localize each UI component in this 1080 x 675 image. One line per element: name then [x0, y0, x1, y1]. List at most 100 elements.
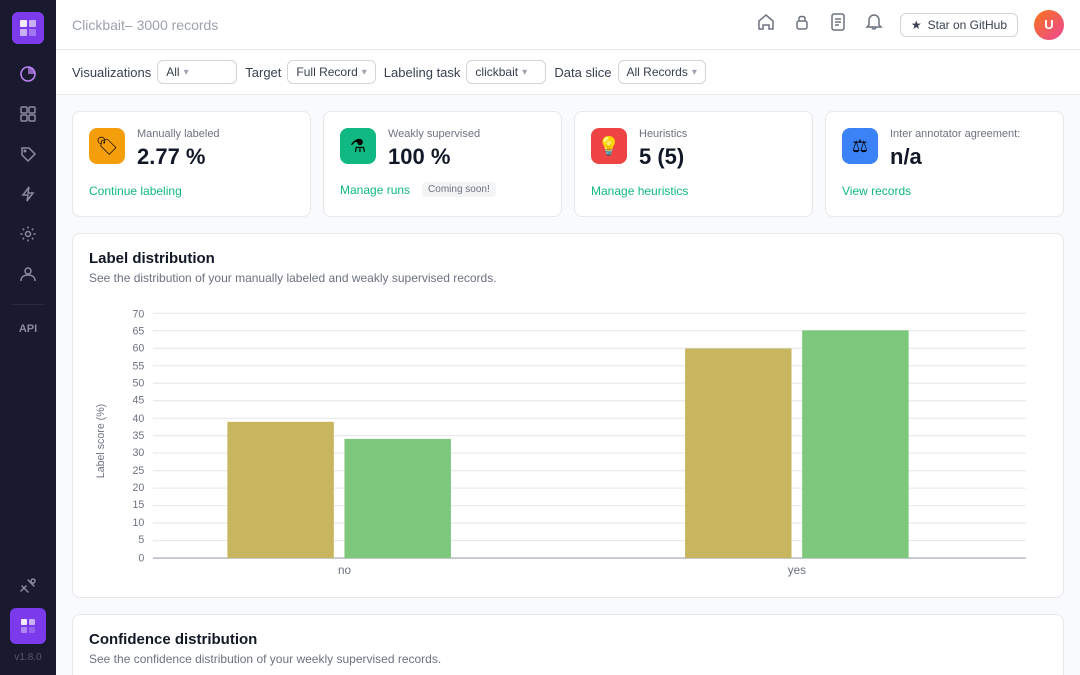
card-header: 🏷 Manually labeled 2.77 %: [89, 128, 294, 170]
data-slice-label: Data slice: [554, 65, 611, 80]
svg-text:15: 15: [133, 499, 145, 511]
sidebar: API v1.8.0: [0, 0, 56, 675]
page-title: Clickbait– 3000 records: [72, 17, 218, 33]
data-slice-select[interactable]: All Records ▾: [618, 60, 706, 84]
bar-yes-weakly: [802, 330, 908, 558]
label-distribution-title: Label distribution: [89, 250, 1047, 267]
stats-cards-row: 🏷 Manually labeled 2.77 % Continue label…: [72, 111, 1064, 217]
sidebar-item-settings[interactable]: [10, 216, 46, 252]
sidebar-item-tools[interactable]: [10, 568, 46, 604]
weakly-supervised-card: ⚗ Weakly supervised 100 % Manage runs Co…: [323, 111, 562, 217]
svg-text:45: 45: [133, 395, 145, 407]
card-label: Heuristics: [639, 128, 796, 140]
star-icon: ★: [911, 18, 922, 32]
manage-runs-link[interactable]: Manage runs: [340, 183, 410, 197]
sidebar-item-active[interactable]: [10, 608, 46, 644]
svg-text:60: 60: [133, 343, 145, 355]
sidebar-logo[interactable]: [12, 12, 44, 44]
card-info: Weakly supervised 100 %: [388, 128, 545, 170]
data-slice-filter-group: Data slice All Records ▾: [554, 60, 705, 84]
home-icon[interactable]: [756, 12, 776, 37]
svg-text:65: 65: [133, 326, 145, 338]
chevron-down-icon: ▾: [692, 67, 697, 78]
card-header: ⚖ Inter annotator agreement: n/a: [842, 128, 1047, 170]
target-filter-group: Target Full Record ▾: [245, 60, 376, 84]
sidebar-item-chart[interactable]: [10, 56, 46, 92]
main-scroll-area: 🏷 Manually labeled 2.77 % Continue label…: [56, 95, 1080, 675]
card-info: Inter annotator agreement: n/a: [890, 128, 1047, 170]
manage-heuristics-link[interactable]: Manage heuristics: [591, 184, 688, 198]
card-value: 100 %: [388, 144, 545, 170]
card-info: Heuristics 5 (5): [639, 128, 796, 170]
view-records-link[interactable]: View records: [842, 184, 911, 198]
card-label: Weakly supervised: [388, 128, 545, 140]
topbar-actions: ★ Star on GitHub U: [756, 10, 1064, 40]
visualizations-value: All: [166, 65, 179, 79]
filterbar: Visualizations All ▾ Target Full Record …: [56, 50, 1080, 95]
card-label: Manually labeled: [137, 128, 294, 140]
svg-text:no: no: [338, 564, 352, 577]
labeling-task-filter-group: Labeling task clickbait ▾: [384, 60, 547, 84]
chevron-down-icon: ▾: [362, 67, 367, 78]
heuristics-card: 💡 Heuristics 5 (5) Manage heuristics: [574, 111, 813, 217]
lock-icon[interactable]: [792, 12, 812, 37]
card-header: 💡 Heuristics 5 (5): [591, 128, 796, 170]
label-distribution-subtitle: See the distribution of your manually la…: [89, 271, 1047, 285]
svg-text:20: 20: [133, 482, 145, 494]
visualizations-select[interactable]: All ▾: [157, 60, 237, 84]
svg-text:10: 10: [133, 517, 145, 529]
svg-text:Label score (%): Label score (%): [95, 404, 107, 478]
svg-text:70: 70: [133, 309, 145, 321]
card-info: Manually labeled 2.77 %: [137, 128, 294, 170]
github-label: Star on GitHub: [928, 18, 1007, 32]
card-value: 5 (5): [639, 144, 796, 170]
sidebar-bottom: v1.8.0: [10, 568, 46, 663]
visualizations-label: Visualizations: [72, 65, 151, 80]
bar-no-weakly: [344, 439, 450, 558]
sidebar-item-user[interactable]: [10, 256, 46, 292]
weakly-supervised-icon: ⚗: [340, 128, 376, 164]
coming-soon-tag: Coming soon!: [422, 182, 496, 197]
manually-labeled-icon: 🏷: [89, 128, 125, 164]
continue-labeling-link[interactable]: Continue labeling: [89, 184, 182, 198]
svg-text:25: 25: [133, 465, 145, 477]
confidence-distribution-subtitle: See the confidence distribution of your …: [89, 652, 1047, 666]
visualizations-filter-group: Visualizations All ▾: [72, 60, 237, 84]
svg-text:30: 30: [133, 447, 145, 459]
card-value: n/a: [890, 144, 1047, 170]
sidebar-api-label[interactable]: API: [13, 317, 43, 341]
bell-icon[interactable]: [864, 12, 884, 37]
topbar: Clickbait– 3000 records: [56, 0, 1080, 50]
github-button[interactable]: ★ Star on GitHub: [900, 13, 1018, 37]
target-value: Full Record: [296, 65, 357, 79]
svg-text:55: 55: [133, 361, 145, 373]
inter-annotator-card: ⚖ Inter annotator agreement: n/a View re…: [825, 111, 1064, 217]
target-select[interactable]: Full Record ▾: [287, 60, 375, 84]
card-value: 2.77 %: [137, 144, 294, 170]
svg-text:35: 35: [133, 430, 145, 442]
bar-chart: 70 65 60 55 50 45 40 35 30 25 20 15 10 5…: [89, 301, 1047, 581]
sidebar-divider: [12, 304, 44, 305]
svg-text:50: 50: [133, 378, 145, 390]
data-slice-value: All Records: [627, 65, 688, 79]
sidebar-item-tag[interactable]: [10, 136, 46, 172]
label-distribution-svg: 70 65 60 55 50 45 40 35 30 25 20 15 10 5…: [89, 301, 1047, 581]
document-icon[interactable]: [828, 12, 848, 37]
chevron-down-icon: ▾: [184, 67, 189, 78]
card-header: ⚗ Weakly supervised 100 %: [340, 128, 545, 170]
svg-text:yes: yes: [788, 564, 806, 577]
target-label: Target: [245, 65, 281, 80]
labeling-task-select[interactable]: clickbait ▾: [466, 60, 546, 84]
svg-text:0: 0: [138, 552, 144, 564]
inter-annotator-icon: ⚖: [842, 128, 878, 164]
sidebar-item-lightning[interactable]: [10, 176, 46, 212]
svg-text:5: 5: [138, 534, 144, 546]
user-avatar[interactable]: U: [1034, 10, 1064, 40]
labeling-task-value: clickbait: [475, 65, 518, 79]
project-name: Clickbait: [72, 17, 125, 33]
heuristics-icon: 💡: [591, 128, 627, 164]
sidebar-item-grid[interactable]: [10, 96, 46, 132]
main-content: Clickbait– 3000 records: [56, 0, 1080, 675]
bar-yes-manually: [685, 348, 791, 558]
chevron-down-icon: ▾: [522, 67, 527, 78]
